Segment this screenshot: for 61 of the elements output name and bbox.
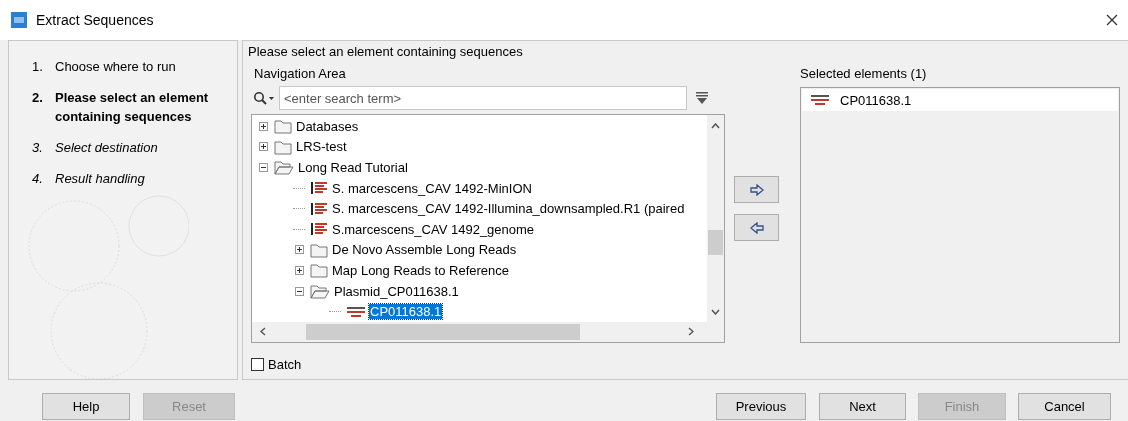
vertical-scrollbar[interactable]: [707, 115, 724, 322]
selected-element[interactable]: CP011638.1: [840, 92, 912, 108]
section-label: Navigation Area: [253, 66, 347, 81]
step-number: 4.: [32, 170, 44, 188]
folder-icon: [310, 262, 328, 279]
reads-icon: [310, 181, 328, 196]
sequence-icon: [346, 305, 366, 318]
collapse-icon[interactable]: [294, 286, 304, 296]
dialog-button[interactable]: Previous: [716, 393, 806, 420]
expand-icon[interactable]: [258, 142, 268, 152]
folder-item[interactable]: Map Long Reads to Reference: [331, 262, 511, 278]
remove-button[interactable]: [734, 214, 779, 241]
dialog-button[interactable]: Next: [819, 393, 906, 420]
reads-icon: [310, 222, 328, 237]
sequence-item[interactable]: CP011638.1: [369, 304, 443, 320]
folder-icon: [274, 138, 292, 155]
dialog-button[interactable]: Help: [42, 393, 130, 420]
search-icon[interactable]: [253, 91, 275, 105]
horizontal-scrollbar[interactable]: [252, 322, 724, 342]
batch-checkbox[interactable]: [251, 358, 264, 371]
close-icon[interactable]: [1106, 14, 1118, 26]
scroll-right-icon[interactable]: [688, 327, 694, 336]
folder-item[interactable]: Plasmid_CP011638.1: [333, 283, 460, 299]
app-logo-icon: [11, 12, 27, 28]
add-button[interactable]: [734, 176, 779, 203]
sequence-item[interactable]: S.marcescens_CAV 1492_genome: [331, 221, 536, 237]
window-title: Extract Sequences: [36, 12, 155, 28]
open-folder-icon: [310, 283, 330, 300]
step-label: Result handling: [55, 170, 145, 188]
step-label: Select destination: [55, 139, 158, 157]
collapse-icon[interactable]: [258, 163, 268, 172]
filter-icon[interactable]: [695, 91, 709, 105]
step-number: 1.: [32, 58, 44, 76]
expand-icon[interactable]: [294, 245, 304, 255]
checkbox-label: Batch: [268, 357, 302, 372]
step-label: Choose where to run: [55, 58, 176, 76]
step-number: 2.: [32, 89, 44, 107]
scroll-up-icon[interactable]: [711, 123, 720, 129]
instruction-text: Please select an element containing sequences: [248, 44, 524, 59]
scroll-left-icon[interactable]: [260, 327, 266, 336]
open-folder-icon: [274, 159, 294, 176]
step-label: Please select an element containing sequences: [55, 89, 210, 126]
reads-icon: [310, 201, 328, 216]
search-field[interactable]: <enter search term>: [279, 86, 687, 110]
right-arrow-icon: [749, 183, 764, 196]
folder-icon: [310, 241, 328, 258]
folder-item[interactable]: LRS-test: [295, 139, 348, 155]
folder-item[interactable]: Long Read Tutorial: [297, 160, 409, 175]
step-number: 3.: [32, 139, 44, 157]
folder-item[interactable]: De Novo Assemble Long Reads: [331, 242, 518, 258]
sequence-icon: [810, 94, 830, 106]
sequence-item[interactable]: S. marcescens_CAV 1492-Illumina_downsampled.R1 (paired: [331, 201, 686, 217]
section-label: Selected elements (1): [800, 66, 928, 81]
folder-icon: [274, 118, 292, 135]
scroll-down-icon[interactable]: [711, 309, 720, 315]
left-arrow-icon: [749, 221, 764, 234]
expand-icon[interactable]: [258, 121, 268, 131]
folder-item[interactable]: Databases: [295, 118, 360, 134]
dialog-button[interactable]: Cancel: [1018, 393, 1111, 420]
sequence-item[interactable]: S. marcescens_CAV 1492-MinION: [331, 180, 533, 196]
expand-icon[interactable]: [294, 265, 304, 275]
